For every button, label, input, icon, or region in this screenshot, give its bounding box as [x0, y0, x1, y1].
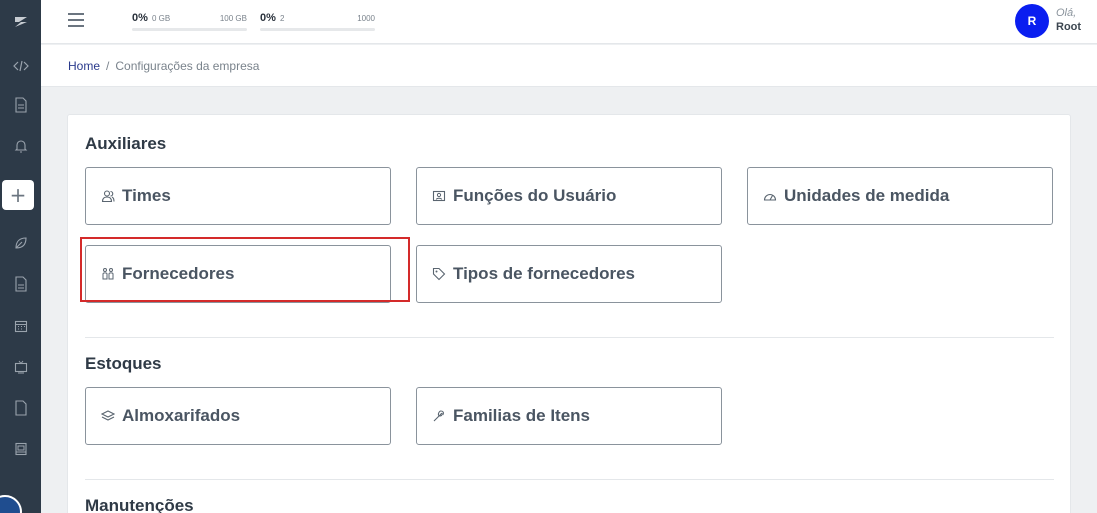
leaf-icon: [14, 237, 27, 249]
greeting: Olá,: [1056, 7, 1077, 19]
storage-usage: 0% 0 GB 100 GB: [132, 12, 247, 34]
sidebar-item-document[interactable]: [0, 93, 41, 117]
file-icon: [14, 276, 27, 292]
tile-label: Times: [122, 186, 171, 205]
settings-card: Auxiliares Times Funções do Usuário Unid…: [67, 114, 1071, 513]
gauge-icon: [762, 188, 778, 204]
tag-icon: [431, 266, 447, 282]
breadcrumb-home[interactable]: Home: [68, 59, 100, 73]
storage-percent: 0%: [132, 12, 148, 24]
sidebar-item-leaf[interactable]: [0, 231, 41, 255]
storage-min: 0 GB: [152, 14, 171, 23]
tile-times[interactable]: Times: [85, 167, 391, 225]
breadcrumb-bar: Home / Configurações da empresa: [41, 45, 1097, 87]
sidebar-item-page[interactable]: [0, 396, 41, 420]
storage-max: 100 GB: [219, 14, 247, 23]
plus-icon: +: [9, 183, 27, 207]
code-icon: [12, 60, 29, 72]
sidebar-item-tv[interactable]: [0, 355, 41, 379]
sidebar-item-book[interactable]: [0, 437, 41, 461]
sidebar-item-calendar[interactable]: [0, 314, 41, 338]
highlight-box: [80, 237, 410, 302]
layers-icon: [100, 408, 116, 424]
users-usage: 0% 2 1000: [260, 12, 375, 34]
tile-funcoes-usuario[interactable]: Funções do Usuário: [416, 167, 722, 225]
zeus-logo-icon: [14, 17, 27, 27]
sidebar-item-code[interactable]: [0, 54, 41, 78]
logo[interactable]: [0, 0, 41, 44]
tile-label: Tipos de fornecedores: [453, 264, 636, 283]
sidebar-item-file[interactable]: [0, 272, 41, 296]
tile-almoxarifados[interactable]: Almoxarifados: [85, 387, 391, 445]
tile-label: Familias de Itens: [453, 406, 590, 425]
breadcrumb-current: Configurações da empresa: [115, 59, 260, 73]
calendar-icon: [14, 320, 27, 333]
users-percent: 0%: [260, 12, 276, 24]
id-card-icon: [431, 188, 447, 204]
users-icon: [100, 188, 116, 204]
menu-toggle-icon[interactable]: [68, 13, 84, 27]
section-divider: [85, 479, 1054, 480]
avatar-initial: R: [1027, 14, 1037, 28]
section-title-auxiliares: Auxiliares: [85, 134, 167, 153]
tools-icon: [431, 408, 447, 424]
tv-icon: [14, 360, 27, 374]
username[interactable]: Root: [1056, 21, 1081, 33]
sidebar-item-notifications[interactable]: [0, 134, 41, 158]
tile-familias-itens[interactable]: Familias de Itens: [416, 387, 722, 445]
users-bar: [260, 28, 375, 31]
tile-label: Funções do Usuário: [453, 186, 617, 205]
storage-bar: [132, 28, 247, 31]
section-title-manutencoes: Manutenções: [85, 496, 194, 513]
section-title-estoques: Estoques: [85, 354, 162, 373]
sidebar: +: [0, 0, 41, 513]
book-icon: [14, 442, 27, 456]
section-divider: [85, 337, 1054, 338]
tile-label: Almoxarifados: [122, 406, 241, 425]
tile-unidades-medida[interactable]: Unidades de medida: [747, 167, 1053, 225]
document-icon: [14, 97, 27, 113]
breadcrumb: Home / Configurações da empresa: [68, 59, 259, 73]
breadcrumb-separator: /: [106, 59, 110, 73]
bell-icon: [14, 140, 27, 153]
sidebar-support-avatar[interactable]: [0, 495, 22, 513]
user-avatar[interactable]: R: [1015, 4, 1049, 38]
users-min: 2: [280, 14, 285, 23]
tile-label: Unidades de medida: [784, 186, 950, 205]
sidebar-add-button[interactable]: +: [2, 180, 34, 210]
page-icon: [14, 400, 27, 416]
users-max: 1000: [357, 14, 375, 23]
topbar: 0% 0 GB 100 GB 0% 2 1000 R Olá, Root: [41, 0, 1097, 44]
tile-tipos-fornecedores[interactable]: Tipos de fornecedores: [416, 245, 722, 303]
